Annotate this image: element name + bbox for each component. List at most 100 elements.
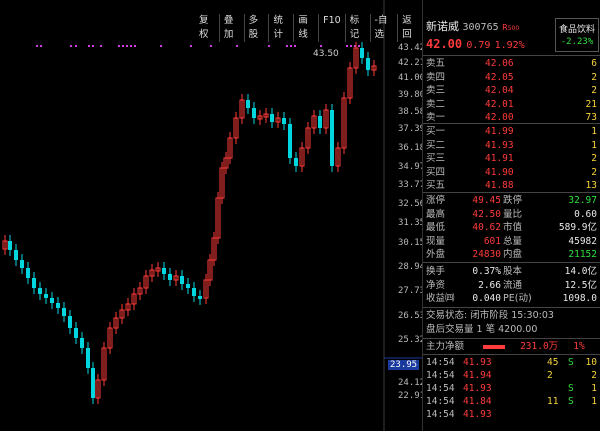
tick-time: 14:54	[426, 370, 455, 381]
stat-value: 40.62	[472, 222, 501, 233]
main-flow-pct: 1%	[573, 341, 585, 352]
signal-dot	[160, 45, 162, 47]
bid-label: 买一	[426, 126, 446, 137]
candle-body	[366, 58, 370, 70]
signal-dot	[122, 45, 124, 47]
stat-value: 0.60	[574, 208, 597, 220]
signal-dot	[268, 45, 270, 47]
candle-body	[288, 124, 292, 158]
candle-body	[282, 118, 286, 124]
signal-dot	[118, 45, 120, 47]
ask-price: 42.01	[485, 98, 514, 110]
stat-value: 12.5亿	[564, 279, 597, 291]
toolbar-fuquan-button[interactable]: 复权	[195, 14, 220, 42]
candle-body	[56, 303, 60, 308]
stock-badge: 500	[507, 25, 520, 32]
stat-value: 45982	[568, 235, 597, 247]
signal-dot	[290, 45, 292, 47]
stat-value: 2.66	[478, 279, 501, 291]
tick-price: 41.84	[463, 396, 492, 407]
signal-dot	[286, 45, 288, 47]
toolbar-f10-button[interactable]: F10	[319, 14, 346, 42]
candle-body	[68, 316, 72, 328]
signal-dot	[92, 45, 94, 47]
bid-row[interactable]: 买四 41.90 2	[423, 167, 600, 179]
tick-row[interactable]: 14:54 41.93	[423, 409, 600, 421]
kline-chart[interactable]: 43.50 复权 叠加 多股 统计 画线 F10 标记 -自选 返回 43.42…	[0, 0, 425, 431]
bid-row[interactable]: 买二 41.93 1	[423, 140, 600, 152]
candle-body	[91, 368, 95, 398]
tick-time: 14:54	[426, 409, 455, 420]
stats-row: 收益㈣ 0.040 PE(动) 1098.0	[423, 293, 600, 305]
stats-row: 换手 0.37% 股本 14.0亿	[423, 266, 600, 278]
tick-price: 41.93	[463, 383, 492, 394]
stat-label: 最低	[426, 222, 446, 233]
tick-row[interactable]: 14:54 41.93 S 1	[423, 383, 600, 395]
bid-row[interactable]: 买一 41.99 1	[423, 126, 600, 138]
candle-body	[8, 241, 12, 250]
ask-price: 42.06	[485, 58, 514, 69]
after-hours-volume: 盘后交易量 1 笔 4200.00	[426, 324, 538, 335]
stat-label: 流通	[503, 279, 523, 291]
signal-dot	[346, 45, 348, 47]
candle-body	[360, 48, 364, 58]
tick-volume: 45	[547, 357, 559, 368]
tick-row[interactable]: 14:54 41.93 45 S 10	[423, 357, 600, 369]
tick-row[interactable]: 14:54 41.94 2 2	[423, 370, 600, 382]
ask-row[interactable]: 卖四 42.05 2	[423, 72, 600, 84]
candle-body	[14, 250, 18, 260]
current-price-label: 23.95	[388, 360, 420, 370]
ask-price: 42.04	[485, 85, 514, 96]
toolbar-unwatch-button[interactable]: -自选	[371, 14, 399, 42]
bid-volume: 1	[591, 126, 597, 137]
stat-label: 外盘	[426, 249, 446, 260]
signal-dot	[236, 45, 238, 47]
toolbar-stats-button[interactable]: 统计	[269, 14, 295, 42]
sector-box[interactable]: 食品饮料 -2.23%	[555, 18, 599, 52]
candle-body	[198, 296, 202, 299]
ask-row[interactable]: 卖五 42.06 6	[423, 58, 600, 70]
bid-label: 买三	[426, 153, 446, 164]
toolbar-back-button[interactable]: 返回	[398, 14, 422, 42]
toolbar-overlay-button[interactable]: 叠加	[220, 14, 245, 42]
candle-body	[318, 116, 322, 128]
stat-value: 42.50	[472, 208, 501, 220]
candle-body	[252, 108, 256, 118]
bid-label: 买四	[426, 166, 446, 178]
candle-body	[44, 294, 48, 298]
ask-row[interactable]: 卖三 42.04 2	[423, 85, 600, 97]
signal-dot	[36, 45, 38, 47]
signal-dot	[40, 45, 42, 47]
candle-body	[192, 288, 196, 296]
tick-flag: S	[568, 383, 574, 394]
bid-label: 买五	[426, 180, 446, 191]
candle-body	[180, 276, 184, 284]
last-price: 42.00	[426, 37, 463, 51]
candle-body	[186, 284, 190, 288]
price-line: 42.00 0.79 1.92%	[426, 37, 525, 51]
toolbar-draw-button[interactable]: 画线	[294, 14, 320, 42]
tick-row[interactable]: 14:54 41.84 11 S 1	[423, 396, 600, 408]
ask-row[interactable]: 卖二 42.01 21	[423, 99, 600, 111]
stat-value: 601	[483, 235, 501, 247]
bid-price: 41.88	[485, 180, 514, 191]
stats-row: 外盘 24830 内盘 21152	[423, 249, 600, 261]
toolbar-multi-stock-button[interactable]: 多股	[245, 14, 270, 42]
stat-label: 股本	[503, 266, 523, 277]
tick-count: 10	[585, 357, 597, 368]
stat-label: 量比	[503, 208, 523, 220]
signal-dot	[350, 45, 352, 47]
main-flow-value: 231.0万	[520, 341, 559, 352]
ask-label: 卖二	[426, 98, 446, 110]
bid-row[interactable]: 买三 41.91 2	[423, 153, 600, 165]
ask-label: 卖三	[426, 85, 446, 96]
candlestick-svg[interactable]: 43.50	[0, 0, 422, 431]
stat-value: 24830	[472, 249, 501, 260]
candle-body	[330, 110, 334, 166]
bid-row[interactable]: 买五 41.88 13	[423, 180, 600, 192]
stat-value: 0.37%	[472, 266, 501, 277]
stat-label: PE(动)	[503, 293, 532, 304]
candle-body	[86, 348, 90, 368]
signal-dot	[294, 45, 296, 47]
toolbar-mark-button[interactable]: 标记	[346, 14, 371, 42]
